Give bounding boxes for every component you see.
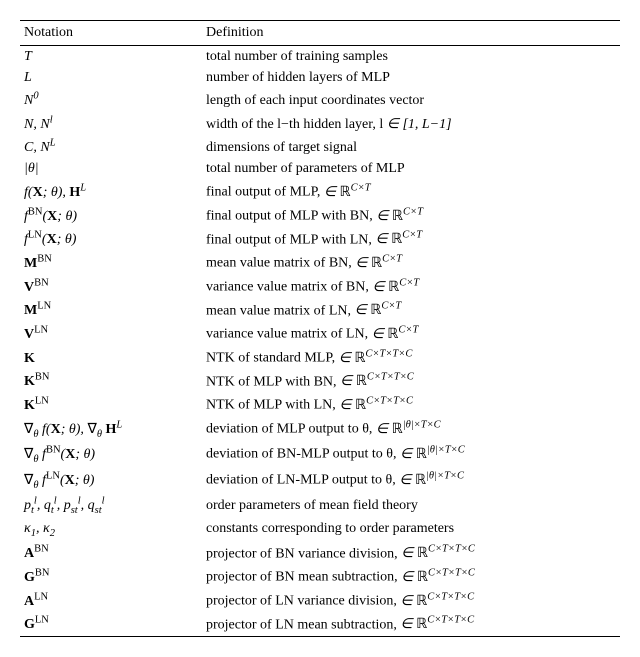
cell-definition: variance value matrix of LN, ∈ ℝC×T xyxy=(202,322,620,346)
table-row: C, NLdimensions of target signal xyxy=(20,135,620,159)
table-row: ABNprojector of BN variance division, ∈ … xyxy=(20,541,620,565)
cell-definition: deviation of MLP output to θ, ∈ ℝ|θ|×T×C xyxy=(202,417,620,442)
table-row: KBNNTK of MLP with BN, ∈ ℝC×T×T×C xyxy=(20,369,620,393)
cell-definition: deviation of LN-MLP output to θ, ∈ ℝ|θ|×… xyxy=(202,467,620,492)
table-row: GBNprojector of BN mean subtraction, ∈ ℝ… xyxy=(20,565,620,589)
cell-definition: projector of BN variance division, ∈ ℝC×… xyxy=(202,541,620,565)
table-row: GLNprojector of LN mean subtraction, ∈ ℝ… xyxy=(20,612,620,636)
table-row: ∇θ f(X; θ), ∇θ HLdeviation of MLP output… xyxy=(20,417,620,442)
cell-definition: projector of LN variance division, ∈ ℝC×… xyxy=(202,588,620,612)
table-row: ∇θ fBN(X; θ)deviation of BN-MLP output t… xyxy=(20,442,620,467)
cell-notation: f(X; θ), HL xyxy=(20,180,202,204)
table-row: |θ|total number of parameters of MLP xyxy=(20,159,620,180)
cell-definition: dimensions of target signal xyxy=(202,135,620,159)
cell-definition: total number of training samples xyxy=(202,46,620,68)
header-definition: Definition xyxy=(202,21,620,46)
cell-notation: ABN xyxy=(20,541,202,565)
table-row: ptl, qtl, pstl, qstlorder parameters of … xyxy=(20,493,620,518)
cell-definition: number of hidden layers of MLP xyxy=(202,67,620,88)
cell-definition: mean value matrix of BN, ∈ ℝC×T xyxy=(202,251,620,275)
cell-definition: NTK of MLP with BN, ∈ ℝC×T×T×C xyxy=(202,369,620,393)
cell-notation: ∇θ fLN(X; θ) xyxy=(20,467,202,492)
cell-notation: MLN xyxy=(20,298,202,322)
cell-definition: variance value matrix of BN, ∈ ℝC×T xyxy=(202,275,620,299)
table-body: Ttotal number of training samplesLnumber… xyxy=(20,46,620,637)
cell-notation: κ1, κ2 xyxy=(20,518,202,541)
cell-notation: T xyxy=(20,46,202,68)
table-row: κ1, κ2constants corresponding to order p… xyxy=(20,518,620,541)
cell-definition: total number of parameters of MLP xyxy=(202,159,620,180)
cell-notation: fLN(X; θ) xyxy=(20,227,202,251)
table-row: Lnumber of hidden layers of MLP xyxy=(20,67,620,88)
cell-notation: KBN xyxy=(20,369,202,393)
cell-definition: final output of MLP, ∈ ℝC×T xyxy=(202,180,620,204)
table-row: f(X; θ), HLfinal output of MLP, ∈ ℝC×T xyxy=(20,180,620,204)
table-row: KLNNTK of MLP with LN, ∈ ℝC×T×T×C xyxy=(20,393,620,417)
cell-definition: mean value matrix of LN, ∈ ℝC×T xyxy=(202,298,620,322)
cell-notation: C, NL xyxy=(20,135,202,159)
cell-definition: width of the l−th hidden layer, l ∈ [1, … xyxy=(202,112,620,136)
cell-notation: ∇θ fBN(X; θ) xyxy=(20,442,202,467)
cell-definition: projector of BN mean subtraction, ∈ ℝC×T… xyxy=(202,565,620,589)
cell-notation: ptl, qtl, pstl, qstl xyxy=(20,493,202,518)
table-row: VBNvariance value matrix of BN, ∈ ℝC×T xyxy=(20,275,620,299)
table-row: MBNmean value matrix of BN, ∈ ℝC×T xyxy=(20,251,620,275)
cell-notation: KLN xyxy=(20,393,202,417)
table-row: VLNvariance value matrix of LN, ∈ ℝC×T xyxy=(20,322,620,346)
cell-notation: GBN xyxy=(20,565,202,589)
cell-definition: length of each input coordinates vector xyxy=(202,88,620,112)
table-row: fBN(X; θ)final output of MLP with BN, ∈ … xyxy=(20,204,620,228)
notation-table: Notation Definition Ttotal number of tra… xyxy=(20,20,620,637)
cell-notation: ALN xyxy=(20,588,202,612)
header-notation: Notation xyxy=(20,21,202,46)
table-row: Ttotal number of training samples xyxy=(20,46,620,68)
cell-notation: N0 xyxy=(20,88,202,112)
cell-definition: NTK of MLP with LN, ∈ ℝC×T×T×C xyxy=(202,393,620,417)
table-row: MLNmean value matrix of LN, ∈ ℝC×T xyxy=(20,298,620,322)
cell-definition: final output of MLP with BN, ∈ ℝC×T xyxy=(202,204,620,228)
table-row: fLN(X; θ)final output of MLP with LN, ∈ … xyxy=(20,227,620,251)
cell-definition: projector of LN mean subtraction, ∈ ℝC×T… xyxy=(202,612,620,636)
cell-definition: final output of MLP with LN, ∈ ℝC×T xyxy=(202,227,620,251)
cell-notation: N, Nl xyxy=(20,112,202,136)
cell-definition: order parameters of mean field theory xyxy=(202,493,620,518)
cell-notation: MBN xyxy=(20,251,202,275)
table-row: N0length of each input coordinates vecto… xyxy=(20,88,620,112)
cell-notation: VLN xyxy=(20,322,202,346)
cell-notation: |θ| xyxy=(20,159,202,180)
cell-notation: ∇θ f(X; θ), ∇θ HL xyxy=(20,417,202,442)
table-row: ∇θ fLN(X; θ)deviation of LN-MLP output t… xyxy=(20,467,620,492)
cell-definition: NTK of standard MLP, ∈ ℝC×T×T×C xyxy=(202,346,620,370)
cell-notation: VBN xyxy=(20,275,202,299)
table-row: N, Nlwidth of the l−th hidden layer, l ∈… xyxy=(20,112,620,136)
cell-notation: GLN xyxy=(20,612,202,636)
cell-notation: fBN(X; θ) xyxy=(20,204,202,228)
table-row: KNTK of standard MLP, ∈ ℝC×T×T×C xyxy=(20,346,620,370)
cell-definition: deviation of BN-MLP output to θ, ∈ ℝ|θ|×… xyxy=(202,442,620,467)
table-header-row: Notation Definition xyxy=(20,21,620,46)
cell-notation: K xyxy=(20,346,202,370)
cell-definition: constants corresponding to order paramet… xyxy=(202,518,620,541)
cell-notation: L xyxy=(20,67,202,88)
table-row: ALNprojector of LN variance division, ∈ … xyxy=(20,588,620,612)
